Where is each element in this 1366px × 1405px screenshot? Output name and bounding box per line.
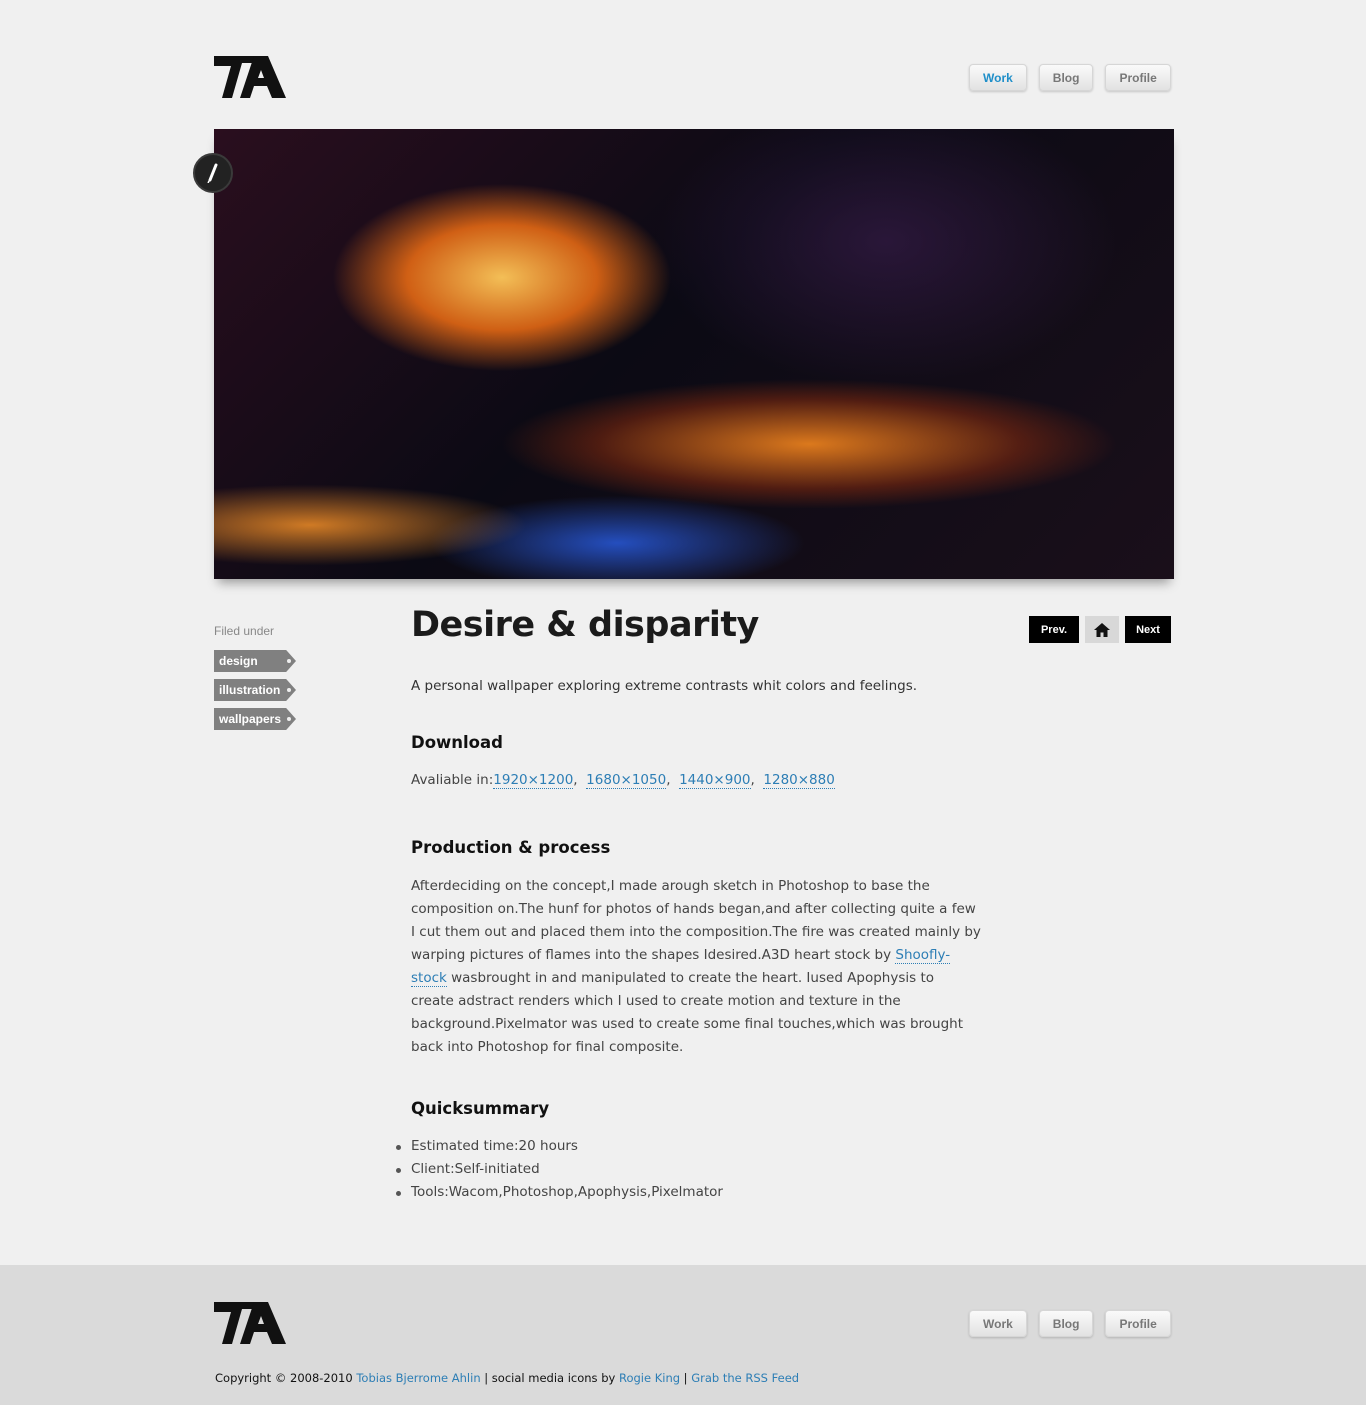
page-title: Desire & disparity xyxy=(411,605,759,645)
footer-separator: | xyxy=(680,1371,692,1385)
tag-illustration[interactable]: illustration xyxy=(214,679,296,701)
copyright-line: Copyright © 2008-2010 Tobias Bjerrome Ah… xyxy=(215,1371,799,1385)
tag-list: design illustration wallpapers xyxy=(214,650,296,737)
filed-under-label: Filed under xyxy=(214,624,275,638)
icons-credit-text: | social media icons by xyxy=(480,1371,619,1385)
process-heading: Production & process xyxy=(411,838,611,857)
author-link[interactable]: Tobias Bjerrome Ahlin xyxy=(356,1371,480,1385)
summary-item-client: Client:Self-initiated xyxy=(396,1158,981,1181)
tag-wallpapers[interactable]: wallpapers xyxy=(214,708,296,730)
download-link-1280[interactable]: 1280×880 xyxy=(763,772,835,789)
summary-heading: Quicksummary xyxy=(411,1099,550,1118)
pencil-icon xyxy=(193,153,233,193)
intro-text: A personal wallpaper exploring extreme c… xyxy=(411,678,918,694)
nav-blog-button[interactable]: Blog xyxy=(1038,64,1094,91)
home-icon xyxy=(1094,622,1110,637)
summary-item-tools: Tools:Wacom,Photoshop,Apophysis,Pixelmat… xyxy=(396,1181,981,1204)
next-button[interactable]: Next xyxy=(1125,616,1171,643)
download-line: Avaliable in:1920×1200, 1680×1050, 1440×… xyxy=(411,772,835,789)
footer-nav-profile-button[interactable]: Profile xyxy=(1105,1310,1171,1337)
process-text-part2: wasbrought in and manipulated to create … xyxy=(411,970,964,1055)
footer-logo[interactable] xyxy=(214,1302,286,1344)
download-heading: Download xyxy=(411,733,503,752)
footer-nav: Work Blog Profile xyxy=(969,1310,1171,1337)
copyright-text: Copyright © 2008-2010 xyxy=(215,1371,357,1385)
article-content: A personal wallpaper exploring extreme c… xyxy=(396,672,981,1204)
download-link-1440[interactable]: 1440×900 xyxy=(679,772,751,789)
download-link-1920[interactable]: 1920×1200 xyxy=(493,772,574,789)
footer-nav-work-button[interactable]: Work xyxy=(969,1310,1027,1337)
prev-button[interactable]: Prev. xyxy=(1029,616,1079,643)
summary-item-time: Estimated time:20 hours xyxy=(396,1135,981,1158)
footer-nav-blog-button[interactable]: Blog xyxy=(1038,1310,1094,1337)
icons-author-link[interactable]: Rogie King xyxy=(619,1371,680,1385)
main-nav: Work Blog Profile xyxy=(969,64,1171,91)
summary-list: Estimated time:20 hours Client:Self-init… xyxy=(396,1135,981,1204)
download-prefix: Avaliable in: xyxy=(411,772,494,788)
site-logo[interactable] xyxy=(214,56,286,98)
home-button[interactable] xyxy=(1085,616,1119,643)
tag-design[interactable]: design xyxy=(214,650,296,672)
nav-work-button[interactable]: Work xyxy=(969,64,1027,91)
post-pager: Prev. Next xyxy=(1029,616,1171,643)
rss-feed-link[interactable]: Grab the RSS Feed xyxy=(691,1371,799,1385)
process-text: Afterdeciding on the concept,I made arou… xyxy=(411,875,981,1059)
download-link-1680[interactable]: 1680×1050 xyxy=(586,772,667,789)
nav-profile-button[interactable]: Profile xyxy=(1105,64,1171,91)
hero-artwork-image xyxy=(214,129,1174,579)
